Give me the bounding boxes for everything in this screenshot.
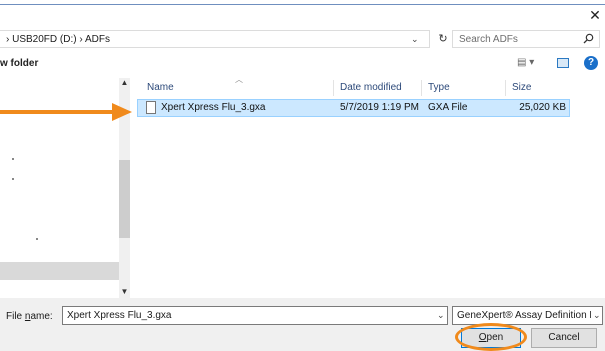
search-input[interactable]: Search ADFs [459,34,518,45]
help-icon[interactable]: ? [584,56,598,70]
breadcrumb-drive[interactable]: USB20FD (D:) [12,34,76,45]
chevron-down-icon[interactable]: ⌄ [591,310,601,321]
filename-field[interactable]: Xpert Xpress Flu_3.gxa ⌄ [62,306,448,325]
breadcrumb-chevron-icon: › [6,34,10,45]
search-box[interactable]: Search ADFs [452,30,600,48]
column-divider[interactable] [505,80,506,96]
filetype-select[interactable]: GeneXpert® Assay Definition F ⌄ [452,306,603,325]
nav-item-marker [12,158,14,160]
search-icon[interactable] [583,33,594,47]
file-type: GXA File [428,102,468,113]
address-bar[interactable]: › USB20FD (D:) › ADFs ⌄ [0,30,430,48]
breadcrumb: › USB20FD (D:) › ADFs [6,34,110,45]
breadcrumb-folder[interactable]: ADFs [85,34,110,45]
column-header-size[interactable]: Size [512,82,531,93]
scroll-down-icon[interactable]: ▼ [119,287,130,297]
column-divider[interactable] [421,80,422,96]
close-icon[interactable]: ✕ [588,8,602,22]
sort-ascending-icon: ︿ [235,75,243,84]
nav-scrollbar-thumb[interactable] [119,160,130,238]
orange-arrow-annotation [0,102,136,125]
column-header-date[interactable]: Date modified [340,82,402,93]
file-icon [146,101,156,114]
nav-item-marker [36,238,38,240]
chevron-down-icon[interactable]: ⌄ [437,310,445,321]
chevron-down-icon[interactable]: ⌄ [411,34,419,45]
cancel-button[interactable]: Cancel [531,328,597,348]
filename-label: File name: [6,311,53,322]
file-date: 5/7/2019 1:19 PM [340,102,419,113]
file-size: 25,020 KB [519,102,566,113]
column-header-name[interactable]: Name [147,82,174,93]
breadcrumb-separator-icon: › [79,34,83,45]
nav-item-marker [12,178,14,180]
view-options-icon[interactable]: ▤ ▾ [517,57,534,68]
file-name[interactable]: Xpert Xpress Flu_3.gxa [161,102,266,113]
filename-value[interactable]: Xpert Xpress Flu_3.gxa [67,310,172,321]
filetype-value[interactable]: GeneXpert® Assay Definition F [457,310,596,321]
orange-circle-annotation [455,323,527,351]
scroll-up-icon[interactable]: ▲ [119,78,130,88]
column-header-type[interactable]: Type [428,82,450,93]
new-folder-button[interactable]: w folder [0,58,38,69]
window-top-border [0,4,605,5]
refresh-icon[interactable]: ↻ [434,30,452,48]
column-divider[interactable] [333,80,334,96]
nav-item-selected[interactable] [0,262,120,280]
preview-pane-icon[interactable] [557,58,569,68]
